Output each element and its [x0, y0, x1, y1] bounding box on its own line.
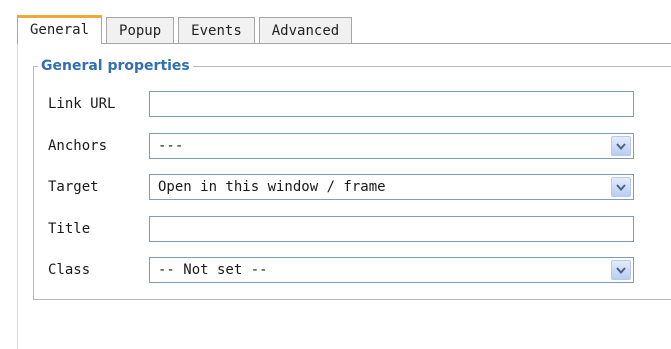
title-label: Title	[48, 221, 91, 237]
class-selected-value: -- Not set --	[158, 262, 268, 278]
tab-strip-divider	[17, 43, 671, 44]
fieldset-legend: General properties	[41, 58, 190, 74]
tab-bar: General Popup Events Advanced	[17, 15, 356, 44]
anchors-select[interactable]: ---	[149, 133, 634, 159]
title-input[interactable]	[149, 216, 634, 242]
class-select[interactable]: -- Not set --	[149, 257, 634, 283]
class-label: Class	[48, 262, 91, 278]
anchors-row: Anchors ---	[48, 133, 634, 159]
target-select[interactable]: Open in this window / frame	[149, 174, 634, 200]
tab-general[interactable]: General	[17, 15, 103, 44]
chevron-down-icon[interactable]	[611, 136, 631, 156]
panel-border	[17, 43, 18, 349]
anchors-label: Anchors	[48, 138, 108, 154]
link-url-row: Link URL	[48, 91, 634, 117]
target-row: Target Open in this window / frame	[48, 174, 634, 200]
title-row: Title	[48, 216, 634, 242]
target-selected-value: Open in this window / frame	[158, 179, 386, 195]
tab-advanced[interactable]: Advanced	[258, 17, 353, 44]
link-url-input[interactable]	[149, 91, 634, 117]
link-url-label: Link URL	[48, 96, 116, 112]
class-row: Class -- Not set --	[48, 257, 634, 283]
chevron-down-icon[interactable]	[611, 260, 631, 280]
link-dialog: General Popup Events Advanced General pr…	[0, 0, 671, 349]
anchors-selected-value: ---	[158, 138, 184, 154]
tab-events[interactable]: Events	[178, 17, 255, 44]
tab-popup[interactable]: Popup	[106, 17, 175, 44]
target-label: Target	[48, 179, 99, 195]
chevron-down-icon[interactable]	[611, 177, 631, 197]
